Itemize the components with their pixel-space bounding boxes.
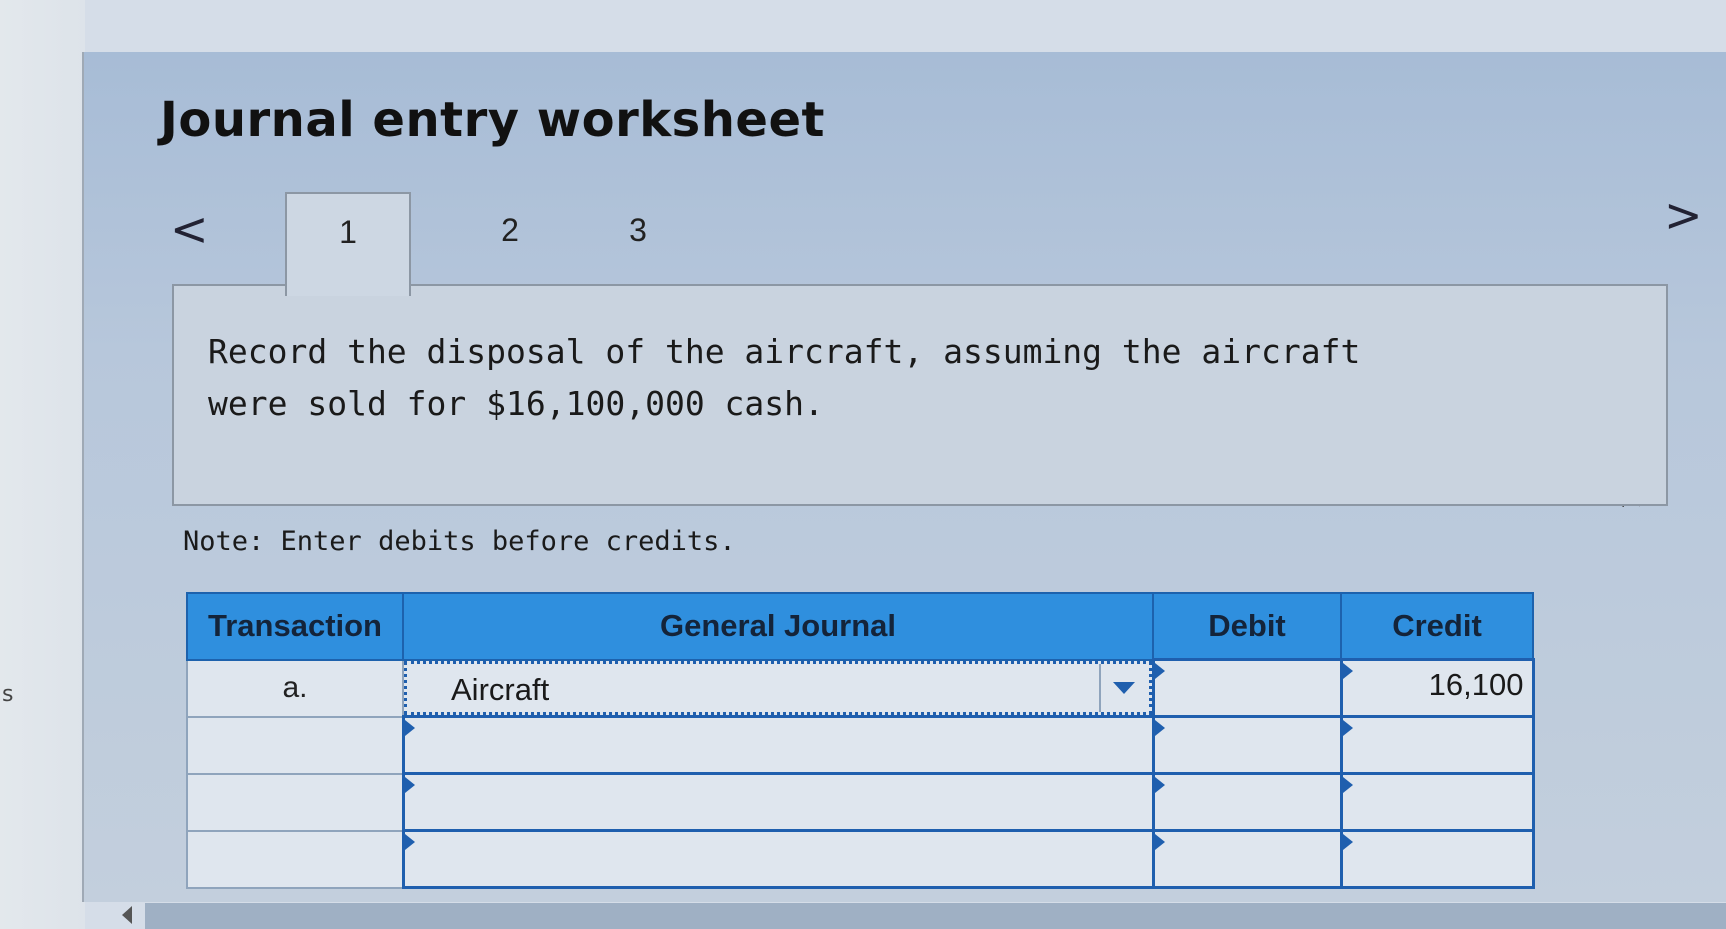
transaction-cell: a. bbox=[186, 658, 404, 718]
debit-input[interactable] bbox=[1151, 658, 1343, 718]
credit-value: 16,100 bbox=[1428, 667, 1524, 702]
transaction-cell bbox=[186, 829, 404, 889]
cell-marker-icon bbox=[1342, 663, 1353, 679]
journal-header-row: Transaction General Journal Debit Credit bbox=[186, 592, 1534, 661]
tab-3[interactable]: 3 bbox=[608, 212, 668, 249]
credit-input[interactable] bbox=[1339, 772, 1535, 832]
chevron-down-icon[interactable] bbox=[1098, 663, 1145, 712]
tab-1-label: 1 bbox=[339, 214, 357, 250]
question-text: Record the disposal of the aircraft, ass… bbox=[208, 332, 1361, 423]
cell-marker-icon bbox=[1154, 720, 1165, 736]
cell-marker-icon bbox=[1154, 663, 1165, 679]
chevron-right-icon[interactable]: > bbox=[1664, 192, 1703, 238]
account-select[interactable] bbox=[401, 772, 1155, 832]
header-debit: Debit bbox=[1152, 592, 1342, 661]
chevron-left-icon[interactable]: < bbox=[170, 206, 209, 252]
cell-marker-icon bbox=[1154, 777, 1165, 793]
scroll-left-icon[interactable] bbox=[122, 906, 132, 924]
cell-marker-icon bbox=[404, 834, 415, 850]
account-dropdown[interactable]: Aircraft bbox=[404, 660, 1152, 715]
tab-3-label: 3 bbox=[629, 212, 647, 248]
table-row: a. Aircraft 16,100 bbox=[186, 658, 1535, 718]
table-row bbox=[186, 772, 1535, 832]
account-select[interactable] bbox=[401, 715, 1155, 775]
cell-marker-icon bbox=[404, 777, 415, 793]
cell-marker-icon bbox=[1154, 834, 1165, 850]
tab-2[interactable]: 2 bbox=[480, 212, 540, 249]
tab-2-label: 2 bbox=[501, 212, 519, 248]
tab-1[interactable]: 1 bbox=[285, 192, 411, 296]
journal-table: Transaction General Journal Debit Credit… bbox=[186, 592, 1535, 889]
credit-input[interactable]: 16,100 bbox=[1339, 658, 1535, 718]
instruction-note: Note: Enter debits before credits. bbox=[183, 526, 736, 557]
cell-marker-icon bbox=[1342, 777, 1353, 793]
credit-input[interactable] bbox=[1339, 715, 1535, 775]
header-transaction: Transaction bbox=[186, 592, 404, 661]
cell-marker-icon bbox=[404, 720, 415, 736]
cell-marker-icon bbox=[1342, 720, 1353, 736]
account-select[interactable] bbox=[401, 829, 1155, 889]
account-value: Aircraft bbox=[451, 671, 550, 707]
header-general-journal: General Journal bbox=[402, 592, 1154, 661]
account-select[interactable]: Aircraft bbox=[402, 658, 1154, 718]
cell-marker-icon bbox=[1342, 834, 1353, 850]
header-credit: Credit bbox=[1340, 592, 1534, 661]
edge-text-fragment: s bbox=[2, 682, 14, 707]
table-row bbox=[186, 715, 1535, 775]
page-title: Journal entry worksheet bbox=[160, 92, 825, 148]
question-box: Record the disposal of the aircraft, ass… bbox=[172, 284, 1668, 506]
transaction-cell bbox=[186, 715, 404, 775]
transaction-cell bbox=[186, 772, 404, 832]
debit-input[interactable] bbox=[1151, 772, 1343, 832]
debit-input[interactable] bbox=[1151, 829, 1343, 889]
horizontal-scrollbar[interactable] bbox=[145, 903, 1726, 929]
credit-input[interactable] bbox=[1339, 829, 1535, 889]
table-row bbox=[186, 829, 1535, 889]
left-edge-background bbox=[0, 0, 85, 929]
debit-input[interactable] bbox=[1151, 715, 1343, 775]
